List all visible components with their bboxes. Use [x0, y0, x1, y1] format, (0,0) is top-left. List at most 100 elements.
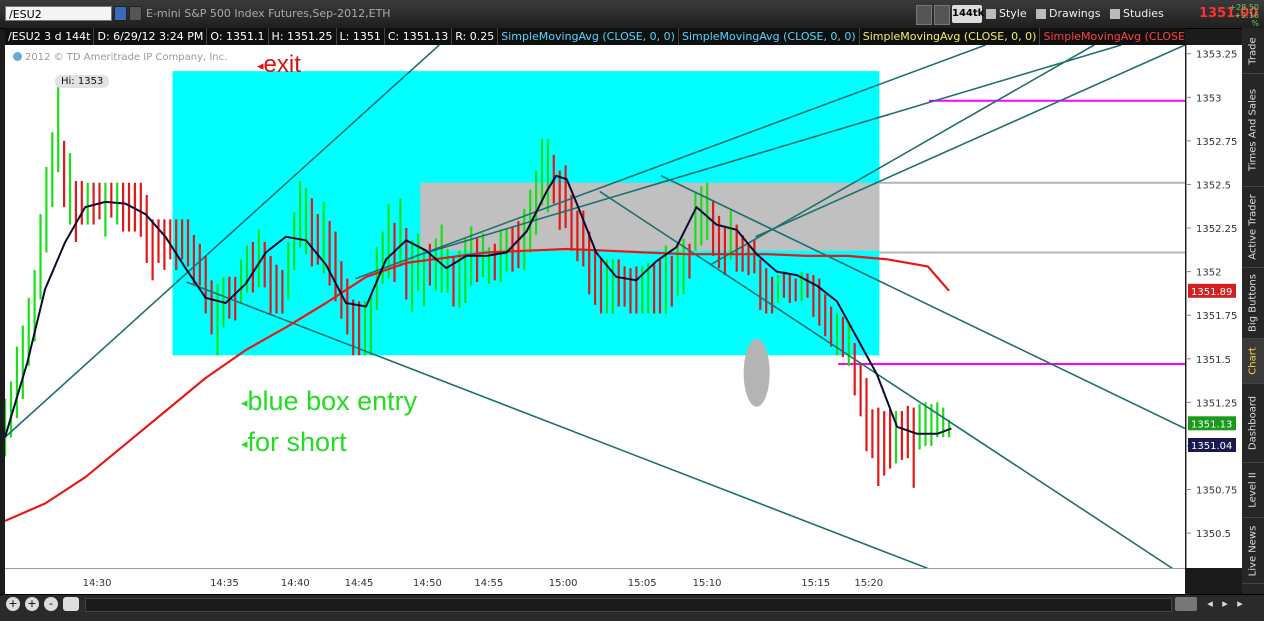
price-bar [163, 219, 166, 270]
price-bar [240, 259, 243, 304]
price-axis-tick-label: 1352.75 [1196, 137, 1237, 148]
style-button[interactable]: Style [986, 5, 1032, 23]
price-bar [658, 259, 662, 314]
price-bar [871, 409, 874, 459]
time-axis-tick-label: 14:55 [474, 578, 503, 589]
price-bar [747, 243, 750, 276]
price-bar [21, 325, 24, 399]
price-bar [771, 276, 774, 314]
time-axis-tick-label: 14:35 [210, 578, 239, 589]
price-bar [139, 182, 142, 237]
price-bar [340, 261, 343, 319]
scroll-left-icon[interactable]: ◂ [1205, 597, 1215, 611]
studies-label: Studies [1123, 7, 1164, 20]
zoom-out-icon[interactable]: - [44, 597, 58, 611]
exit-annotation[interactable]: ◂exit [257, 51, 301, 79]
price-bar [588, 231, 591, 295]
price-bar [310, 198, 313, 267]
price-bar [293, 212, 296, 270]
price-bar [151, 219, 154, 281]
price-bar [853, 343, 856, 396]
study-label[interactable]: SimpleMovingAvg (CLOSE, 0, 0) [1040, 28, 1185, 45]
price-axis-tick-label: 1350.5 [1196, 529, 1231, 540]
tab-chart[interactable]: Chart [1242, 339, 1264, 384]
tab-label: Big Buttons [1247, 274, 1259, 332]
symbol-input[interactable]: /ESU2 [5, 6, 112, 21]
bar-low: L: 1351 [337, 28, 385, 45]
flask-icon [1110, 9, 1120, 19]
price-bar [800, 271, 803, 302]
drawing-mode-icon[interactable] [63, 597, 79, 611]
time-axis[interactable]: 14:30 14:35 14:40 14:45 14:50 14:55 15:00 15:05… [5, 568, 1185, 595]
tab-label: Level II [1247, 472, 1259, 508]
aggregation-button[interactable]: 144tk [952, 5, 984, 23]
drawings-button[interactable]: Drawings [1036, 5, 1106, 23]
price-bar [446, 248, 449, 293]
price-bar [830, 306, 833, 347]
price-axis-tick-label: 1352.5 [1196, 180, 1231, 191]
price-bar [676, 241, 679, 297]
tab-times-and-sales[interactable]: Times And Sales [1242, 74, 1264, 187]
price-bar [68, 153, 72, 225]
horizontal-scrollbar[interactable] [85, 598, 1172, 612]
tab-label: Chart [1247, 347, 1259, 375]
entry-annotation-line2[interactable]: ◂for short [241, 427, 347, 458]
symbol-lookup-button[interactable] [129, 6, 142, 21]
study-label[interactable]: SimpleMovingAvg (CLOSE, 0, 0) [679, 28, 860, 45]
study-label[interactable]: SimpleMovingAvg (CLOSE, 0, 0) [860, 28, 1041, 45]
tab-trade[interactable]: Trade [1242, 28, 1264, 74]
price-bar [411, 240, 414, 312]
time-axis-tick-label: 15:00 [549, 578, 578, 589]
price-bar [257, 229, 260, 288]
tab-big-buttons[interactable]: Big Buttons [1242, 268, 1264, 339]
scroll-handle-icon[interactable] [1175, 597, 1197, 611]
price-axis-tick-label: 1353.25 [1196, 50, 1237, 61]
exit-text: exit [263, 51, 301, 78]
crosshair-icon[interactable] [916, 5, 932, 25]
highlight-ellipse [743, 338, 770, 407]
price-bar [865, 377, 868, 452]
chart-plot-area[interactable]: 2012 © TD Ameritrade IP Company, Inc. Hi… [5, 45, 1185, 568]
price-bar [275, 264, 278, 314]
price-bar [812, 275, 815, 317]
price-bar [859, 364, 862, 417]
symbol-dropdown-button[interactable] [114, 6, 127, 21]
price-bar [157, 219, 160, 263]
wrench-icon[interactable] [934, 5, 950, 25]
right-tab-panel: Trade Times And Sales Active Trader Big … [1242, 28, 1264, 594]
price-bar [363, 301, 367, 356]
tab-dashboard[interactable]: Dashboard [1242, 384, 1264, 463]
price-bar [782, 271, 785, 298]
tab-level-ii[interactable]: Level II [1242, 463, 1264, 518]
scroll-right-icon[interactable]: ▸ [1220, 597, 1230, 611]
price-bar [186, 219, 190, 267]
price-axis[interactable]: 1353.25 1353 1352.75 1352.5 1352.25 1352 1351.… [1186, 45, 1243, 568]
zoom-in-icon[interactable]: + [25, 597, 39, 611]
tab-active-trader[interactable]: Active Trader [1242, 187, 1264, 268]
price-bar [334, 231, 337, 302]
studies-button[interactable]: Studies [1110, 5, 1168, 23]
tab-label: Live News [1247, 525, 1259, 576]
price-bar [98, 182, 101, 220]
pan-icon[interactable]: + [6, 597, 20, 611]
tab-label: Trade [1247, 36, 1259, 65]
time-axis-tick-label: 14:50 [413, 578, 442, 589]
price-bar [299, 180, 302, 248]
price-bar [464, 238, 467, 304]
price-bar [629, 268, 632, 314]
expand-icon[interactable]: ▸ [1235, 597, 1245, 611]
price-bar [877, 407, 880, 487]
price-bar [776, 275, 780, 304]
entry-annotation-line1[interactable]: ◂blue box entry [241, 386, 417, 417]
time-axis-scale: 14:30 14:35 14:40 14:45 14:50 14:55 15:00 15:05… [83, 578, 884, 589]
study-label[interactable]: SimpleMovingAvg (CLOSE, 0, 0) [498, 28, 679, 45]
price-bar [74, 180, 77, 242]
tab-label: Active Trader [1247, 194, 1259, 260]
price-bar [145, 194, 148, 263]
instrument-description: E-mini S&P 500 Index Futures,Sep-2012,ET… [146, 7, 391, 20]
bar-open: O: 1351.1 [207, 28, 269, 45]
price-bar [599, 259, 603, 314]
price-axis-tick-label: 1350.75 [1196, 486, 1237, 497]
tab-live-news[interactable]: Live News [1242, 518, 1264, 584]
price-bar [198, 243, 201, 286]
